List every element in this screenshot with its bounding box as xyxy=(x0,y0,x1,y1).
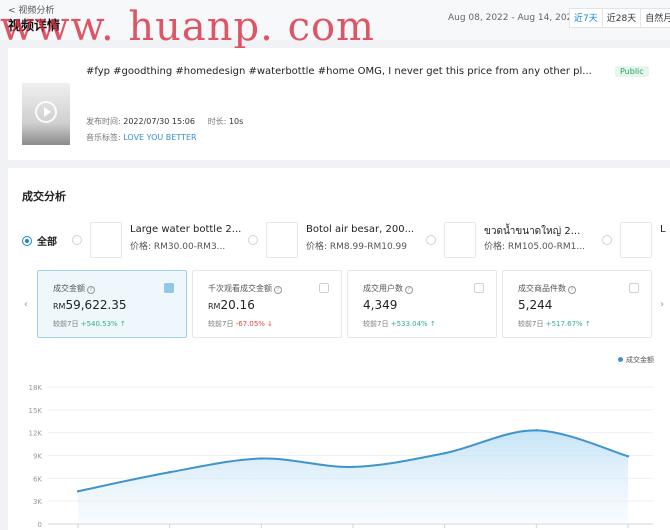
range-tabs: 近7天 近28天 自然月 xyxy=(569,8,670,28)
radio-icon[interactable] xyxy=(602,235,612,245)
product-price: 价格: RM8.99-RM10.99 xyxy=(306,242,407,252)
metric-checkbox[interactable] xyxy=(319,283,329,293)
arrow-down-icon: ↓ xyxy=(267,320,274,328)
date-range[interactable]: Aug 08, 2022 - Aug 14, 2022 xyxy=(448,13,578,23)
product-price: 价格: RM30.00-RM3... xyxy=(130,242,226,252)
arrow-up-icon: ↑ xyxy=(119,320,126,328)
metric-card-gpm[interactable]: 千次观看成交金额? RM20.16 较前7日 -67.05% ↓ xyxy=(192,270,342,338)
data-point xyxy=(351,465,355,469)
y-tick-label: 0 xyxy=(38,521,42,529)
product-name: ขวดน้ำขนาดใหญ่ 2... xyxy=(484,226,581,237)
product-name: L xyxy=(660,224,666,235)
video-info-card: #fyp #goodthing #homedesign #waterbottle… xyxy=(8,48,670,160)
metric-value: 4,349 xyxy=(363,298,398,312)
product-image xyxy=(444,222,476,258)
publish-time: 2022/07/30 15:06 xyxy=(123,117,195,126)
product-image xyxy=(90,222,122,258)
arrow-up-icon: ↑ xyxy=(429,320,436,328)
all-label: 全部 xyxy=(37,237,57,248)
y-tick-label: 9K xyxy=(33,453,42,461)
play-icon[interactable] xyxy=(35,101,57,123)
publish-time-label: 发布时间: xyxy=(86,117,121,126)
sales-trend-chart: 0 3K 6K 9K 12K 15K 18K xyxy=(29,384,653,529)
chart-legend[interactable]: 成交金额 xyxy=(618,355,654,365)
duration: 10s xyxy=(228,117,244,126)
metric-card-buyers[interactable]: 成交用户数? 4,349 较前7日 +533.04% ↑ xyxy=(347,270,497,338)
metric-value: RM20.16 xyxy=(208,298,255,312)
help-icon[interactable]: ? xyxy=(87,286,95,294)
metric-checkbox[interactable] xyxy=(474,283,484,293)
product-image xyxy=(266,222,298,258)
metric-checkbox[interactable] xyxy=(164,283,174,293)
music-link[interactable]: LOVE YOU BETTER xyxy=(123,133,196,142)
video-thumbnail[interactable] xyxy=(22,83,70,145)
product-name: Large water bottle 2... xyxy=(130,224,242,235)
metric-value: 5,244 xyxy=(518,298,553,312)
video-meta: 发布时间: 2022/07/30 15:06 时长: 10s xyxy=(86,116,243,127)
watermark: www. huanp. com xyxy=(0,4,375,50)
radio-selected-icon[interactable] xyxy=(22,235,32,246)
duration-label: 时长: xyxy=(207,117,227,126)
metric-label: 成交商品件数? xyxy=(518,283,576,294)
y-tick-label: 18K xyxy=(29,384,43,392)
product-image xyxy=(620,222,652,258)
metric-compare: 较前7日 +533.04% ↑ xyxy=(363,320,436,328)
data-point xyxy=(260,457,263,460)
legend-dot-icon xyxy=(618,357,623,362)
music-label: 音乐标签: xyxy=(86,133,121,142)
music-tag: 音乐标签: LOVE YOU BETTER xyxy=(86,132,197,143)
help-icon[interactable]: ? xyxy=(274,286,282,294)
y-tick-label: 12K xyxy=(29,430,43,438)
tab-natural-month[interactable]: 自然月 xyxy=(640,8,670,28)
metric-compare: 较前7日 +540.53% ↑ xyxy=(53,320,126,328)
metric-label: 千次观看成交金额? xyxy=(208,283,282,294)
y-tick-label: 15K xyxy=(29,407,43,415)
arrow-up-icon: ↑ xyxy=(584,320,591,328)
tab-28-days[interactable]: 近28天 xyxy=(601,8,642,28)
radio-icon[interactable] xyxy=(72,235,82,245)
tab-7-days[interactable]: 近7天 xyxy=(569,8,603,28)
product-price: 价格: RM105.00-RM1... xyxy=(484,242,585,252)
metric-label: 成交用户数? xyxy=(363,283,413,294)
metric-compare: 较前7日 +517.67% ↑ xyxy=(518,320,591,328)
section-title: 成交分析 xyxy=(22,190,66,203)
help-icon[interactable]: ? xyxy=(568,286,576,294)
help-icon[interactable]: ? xyxy=(405,286,413,294)
data-point xyxy=(443,452,446,455)
metric-checkbox[interactable] xyxy=(629,283,639,293)
data-point xyxy=(168,471,171,474)
data-point xyxy=(76,490,80,493)
y-tick-label: 3K xyxy=(33,498,42,506)
metric-card-items-sold[interactable]: 成交商品件数? 5,244 较前7日 +517.67% ↑ xyxy=(502,270,652,338)
product-name: Botol air besar, 200... xyxy=(306,224,415,235)
video-title: #fyp #goodthing #homedesign #waterbottle… xyxy=(86,66,592,77)
metric-card-gmv[interactable]: 成交金额? RM59,622.35 较前7日 +540.53% ↑ xyxy=(37,270,187,338)
legend-label: 成交金额 xyxy=(626,356,654,364)
data-point xyxy=(626,455,630,458)
radio-icon[interactable] xyxy=(248,235,258,245)
series-area xyxy=(78,430,628,524)
product-filter-all[interactable]: 全部 xyxy=(22,233,57,248)
radio-icon[interactable] xyxy=(426,235,436,245)
chevron-right-icon[interactable]: › xyxy=(656,275,668,335)
sales-analysis-card: 成交分析 全部 Large water bottle 2... 价格: RM30… xyxy=(8,168,670,530)
data-point xyxy=(535,429,538,432)
chevron-left-icon[interactable]: ‹ xyxy=(20,275,32,335)
metric-label: 成交金额? xyxy=(53,283,95,294)
product-list: Large water bottle 2... 价格: RM30.00-RM3.… xyxy=(72,220,670,260)
metric-value: RM59,622.35 xyxy=(53,298,127,312)
status-badge: Public xyxy=(615,66,649,77)
metric-compare: 较前7日 -67.05% ↓ xyxy=(208,320,274,328)
y-tick-label: 6K xyxy=(33,475,42,483)
top-bar: < 视频分析 视频详情 www. huanp. com Aug 08, 2022… xyxy=(0,0,670,50)
